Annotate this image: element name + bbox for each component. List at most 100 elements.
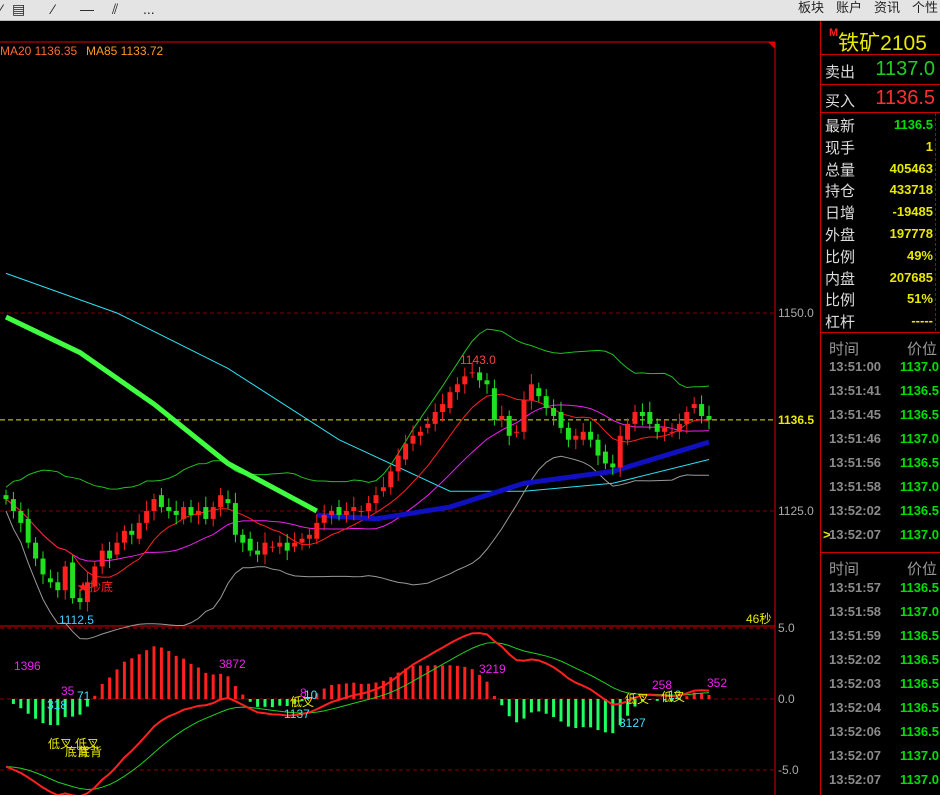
- tick-row: 13:51:59 1136.5: [829, 628, 940, 643]
- macd-tick-5: 5.0: [778, 621, 795, 635]
- tick-row: 13:51:56 1136.5: [829, 455, 940, 470]
- tick-time: 13:52:02: [829, 652, 882, 667]
- candle-body: [225, 499, 231, 504]
- candle-body: [232, 503, 238, 535]
- tick-time: 13:51:46: [829, 431, 882, 446]
- candle-body: [565, 427, 571, 440]
- candle-body: [195, 511, 201, 515]
- menu-news[interactable]: 资讯: [874, 0, 900, 16]
- contract-name: 铁矿2105: [838, 32, 927, 55]
- time-header: 时间: [829, 561, 860, 578]
- candle-body: [469, 372, 475, 374]
- candle-body: [684, 412, 690, 424]
- y-tick-1125: 1125.0: [778, 504, 814, 518]
- tick-price: 1137.0: [899, 527, 939, 542]
- candle-body: [528, 384, 534, 401]
- y-tick-1150: 1150.0: [778, 306, 814, 320]
- quote-panel: M铁矿2105 卖出 1137.0 买入 1136.5 最新 1136.5 现手 1 总量 4…: [820, 21, 940, 795]
- candle-body: [647, 412, 653, 424]
- candle-body: [77, 598, 83, 603]
- candle-body: [47, 578, 53, 583]
- countdown-label: 46秒: [746, 612, 772, 626]
- tick-time: 13:51:57: [829, 580, 882, 595]
- macd-label: 318: [47, 698, 68, 712]
- ask-row: 卖出 1137.0: [825, 58, 937, 82]
- draw-line-icon[interactable]: ⁄: [0, 1, 2, 17]
- macd-label: 1396: [14, 659, 41, 673]
- candle-body: [299, 538, 305, 543]
- ticks-header-2: 时间 价位: [829, 558, 939, 579]
- tick-time: 13:52:07: [829, 772, 882, 787]
- tick-price: 1136.5: [899, 580, 939, 595]
- tick-time: 13:52:07: [829, 748, 882, 763]
- stat-value: 51%: [906, 291, 933, 307]
- time-header: 时间: [829, 341, 860, 358]
- candle-body: [18, 511, 24, 523]
- stat-row: 持仓 433718: [825, 180, 937, 201]
- tick-price: 1136.5: [899, 455, 939, 470]
- candle-body: [380, 487, 386, 492]
- price-header: 价位: [906, 341, 937, 358]
- candle-body: [462, 376, 468, 385]
- market-flag: M: [829, 27, 839, 39]
- ma10-line: [5, 393, 710, 578]
- stat-value: 405463: [889, 160, 933, 176]
- candle-body: [99, 550, 105, 567]
- candle-body: [484, 380, 490, 385]
- stat-label: 比例: [825, 292, 856, 310]
- contract-title: M铁矿2105: [829, 27, 927, 57]
- parallel-line-icon[interactable]: ⫽: [112, 1, 118, 18]
- menu-account[interactable]: 账户: [836, 0, 862, 16]
- candle-body: [417, 431, 423, 436]
- horizontal-line-icon[interactable]: —: [80, 1, 94, 17]
- stat-label: 杠杆: [825, 314, 856, 332]
- stat-value: -----: [911, 313, 933, 329]
- candle-body: [329, 511, 335, 515]
- macd-tick-neg5: -5.0: [778, 763, 799, 777]
- line-icon[interactable]: ⁄: [52, 1, 54, 17]
- stat-row: 比例 49%: [825, 246, 937, 267]
- boll-upper-line: [5, 328, 710, 490]
- layout-icon[interactable]: ▤: [12, 1, 25, 18]
- candle-body: [166, 507, 172, 511]
- candle-body: [595, 439, 601, 456]
- dif-line: [5, 632, 710, 795]
- candle-body: [210, 507, 216, 519]
- candle-body: [699, 404, 705, 416]
- stat-value: 207685: [889, 269, 933, 285]
- tick-price: 1136.5: [899, 503, 939, 518]
- more-icon[interactable]: ...: [143, 1, 155, 17]
- candle-body: [262, 542, 268, 555]
- tick-row: 13:52:03 1136.5: [829, 676, 940, 691]
- candle-body: [602, 451, 608, 464]
- tick-price: 1137.0: [899, 772, 939, 787]
- tick-row: 13:51:58 1137.0: [829, 604, 940, 619]
- candle-body: [388, 471, 394, 488]
- menu-sector[interactable]: 板块: [798, 0, 824, 16]
- stat-label: 总量: [825, 161, 856, 179]
- candle-body: [247, 538, 253, 551]
- macd-label: 352: [707, 676, 728, 690]
- bid-label: 买入: [825, 93, 856, 110]
- candle-body: [514, 431, 520, 433]
- candle-body: [610, 463, 616, 468]
- stat-value: 1: [925, 138, 933, 154]
- stat-row: 杠杆 -----: [825, 311, 937, 332]
- candle-body: [3, 495, 9, 500]
- candle-body: [662, 427, 668, 432]
- tick-row: 13:52:06 1136.5: [829, 724, 940, 739]
- y-tick-last-price: 1136.5: [778, 413, 815, 427]
- candle-body: [277, 542, 283, 547]
- menu-personal[interactable]: 个性: [912, 0, 938, 16]
- candle-body: [173, 511, 179, 515]
- buy-bottom-text: 抄底: [89, 580, 114, 594]
- ticks-header: 时间 价位: [829, 338, 939, 359]
- buy-bottom-signal: ★抄底: [77, 578, 113, 595]
- stat-label: 日增: [825, 205, 856, 223]
- candle-body: [62, 566, 68, 591]
- tick-row: 13:51:45 1136.5: [829, 407, 940, 422]
- kline-chart[interactable]: [0, 21, 820, 795]
- candle-body: [440, 404, 446, 412]
- price-header: 价位: [906, 561, 937, 578]
- ma85-legend: MA85 1133.72: [86, 44, 164, 58]
